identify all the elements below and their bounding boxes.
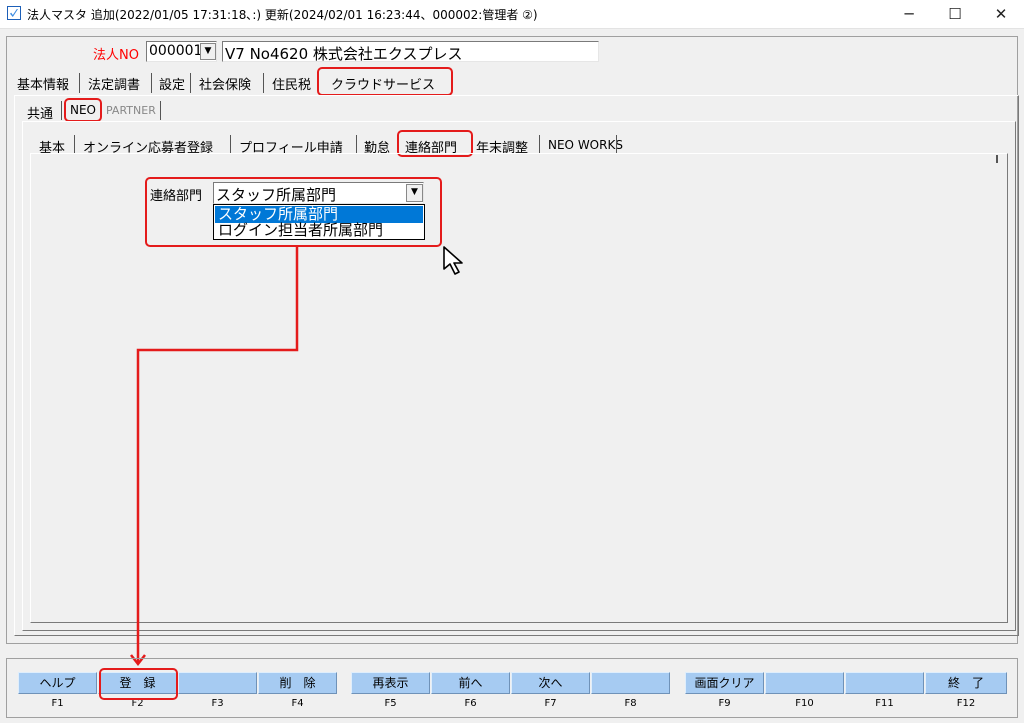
tab-basic-info[interactable]: 基本情報 bbox=[17, 74, 69, 93]
f5-key-label: F5 bbox=[384, 698, 397, 709]
app-icon bbox=[7, 6, 21, 20]
minimize-button[interactable]: ─ bbox=[886, 0, 932, 28]
contact-dept-dropdown-button[interactable]: ▼ bbox=[406, 184, 423, 202]
corp-no-value: 000001 bbox=[149, 43, 203, 59]
tab-cloud-service[interactable]: クラウドサービス bbox=[331, 74, 435, 93]
f12-key-label: F12 bbox=[956, 698, 976, 709]
f8-key-label: F8 bbox=[624, 698, 637, 709]
window-title: 法人マスタ 追加(2022/01/05 17:31:18､:) 更新(2024/… bbox=[27, 8, 538, 22]
f6-previous-button[interactable]: 前へ bbox=[431, 672, 510, 694]
corp-name-value: V7 No4620 株式会社エクスプレス bbox=[225, 45, 463, 63]
close-button[interactable]: ✕ bbox=[978, 0, 1024, 28]
contact-dept-value: スタッフ所属部門 bbox=[216, 186, 337, 204]
scroll-marker bbox=[996, 155, 998, 163]
f3-key-label: F3 bbox=[211, 698, 224, 709]
mouse-cursor-icon bbox=[443, 246, 463, 275]
f12-exit-button[interactable]: 終 了 bbox=[925, 672, 1007, 694]
f7-next-button[interactable]: 次へ bbox=[511, 672, 590, 694]
tab-settings[interactable]: 設定 bbox=[159, 74, 185, 93]
dropdown-option-login-user-dept[interactable]: ログイン担当者所属部門 bbox=[215, 222, 423, 239]
tab-social-insurance[interactable]: 社会保険 bbox=[199, 74, 251, 93]
f1-help-button[interactable]: ヘルプ bbox=[18, 672, 97, 694]
subtab-common[interactable]: 共通 bbox=[27, 103, 53, 122]
f10-button[interactable] bbox=[765, 672, 844, 694]
maximize-button[interactable]: ☐ bbox=[932, 0, 978, 28]
corp-name-field[interactable]: V7 No4620 株式会社エクスプレス bbox=[222, 41, 599, 63]
subtab-neo[interactable]: NEO bbox=[70, 103, 96, 117]
subtab-partner[interactable]: PARTNER bbox=[106, 104, 156, 117]
f8-button[interactable] bbox=[591, 672, 670, 694]
corp-no-dropdown-button[interactable]: ▼ bbox=[200, 43, 216, 60]
tab-legal-reports[interactable]: 法定調書 bbox=[88, 74, 140, 93]
f11-button[interactable] bbox=[845, 672, 924, 694]
f3-button[interactable] bbox=[178, 672, 257, 694]
contact-dept-dropdown-list: スタッフ所属部門 ログイン担当者所属部門 bbox=[213, 204, 425, 240]
inner-tab-neo-works[interactable]: NEO WORKS bbox=[548, 138, 623, 152]
f2-key-label: F2 bbox=[131, 698, 144, 709]
f4-key-label: F4 bbox=[291, 698, 304, 709]
f9-clear-button[interactable]: 画面クリア bbox=[685, 672, 764, 694]
corp-no-combo[interactable]: 000001 ▼ bbox=[146, 41, 217, 62]
contact-dept-combo[interactable]: スタッフ所属部門 ▼ bbox=[213, 182, 424, 204]
f10-key-label: F10 bbox=[795, 698, 814, 709]
f1-key-label: F1 bbox=[51, 698, 64, 709]
contact-dept-panel bbox=[30, 153, 1008, 623]
contact-dept-label: 連絡部門 bbox=[150, 189, 203, 204]
corp-no-label: 法人NO bbox=[93, 48, 139, 63]
f9-key-label: F9 bbox=[718, 698, 731, 709]
f7-key-label: F7 bbox=[544, 698, 557, 709]
f5-refresh-button[interactable]: 再表示 bbox=[351, 672, 430, 694]
title-bar: 法人マスタ 追加(2022/01/05 17:31:18､:) 更新(2024/… bbox=[0, 0, 1024, 29]
f4-delete-button[interactable]: 削 除 bbox=[258, 672, 337, 694]
f2-register-button[interactable]: 登 録 bbox=[98, 672, 177, 694]
tab-resident-tax[interactable]: 住民税 bbox=[272, 74, 311, 93]
f11-key-label: F11 bbox=[875, 698, 894, 709]
f6-key-label: F6 bbox=[464, 698, 477, 709]
